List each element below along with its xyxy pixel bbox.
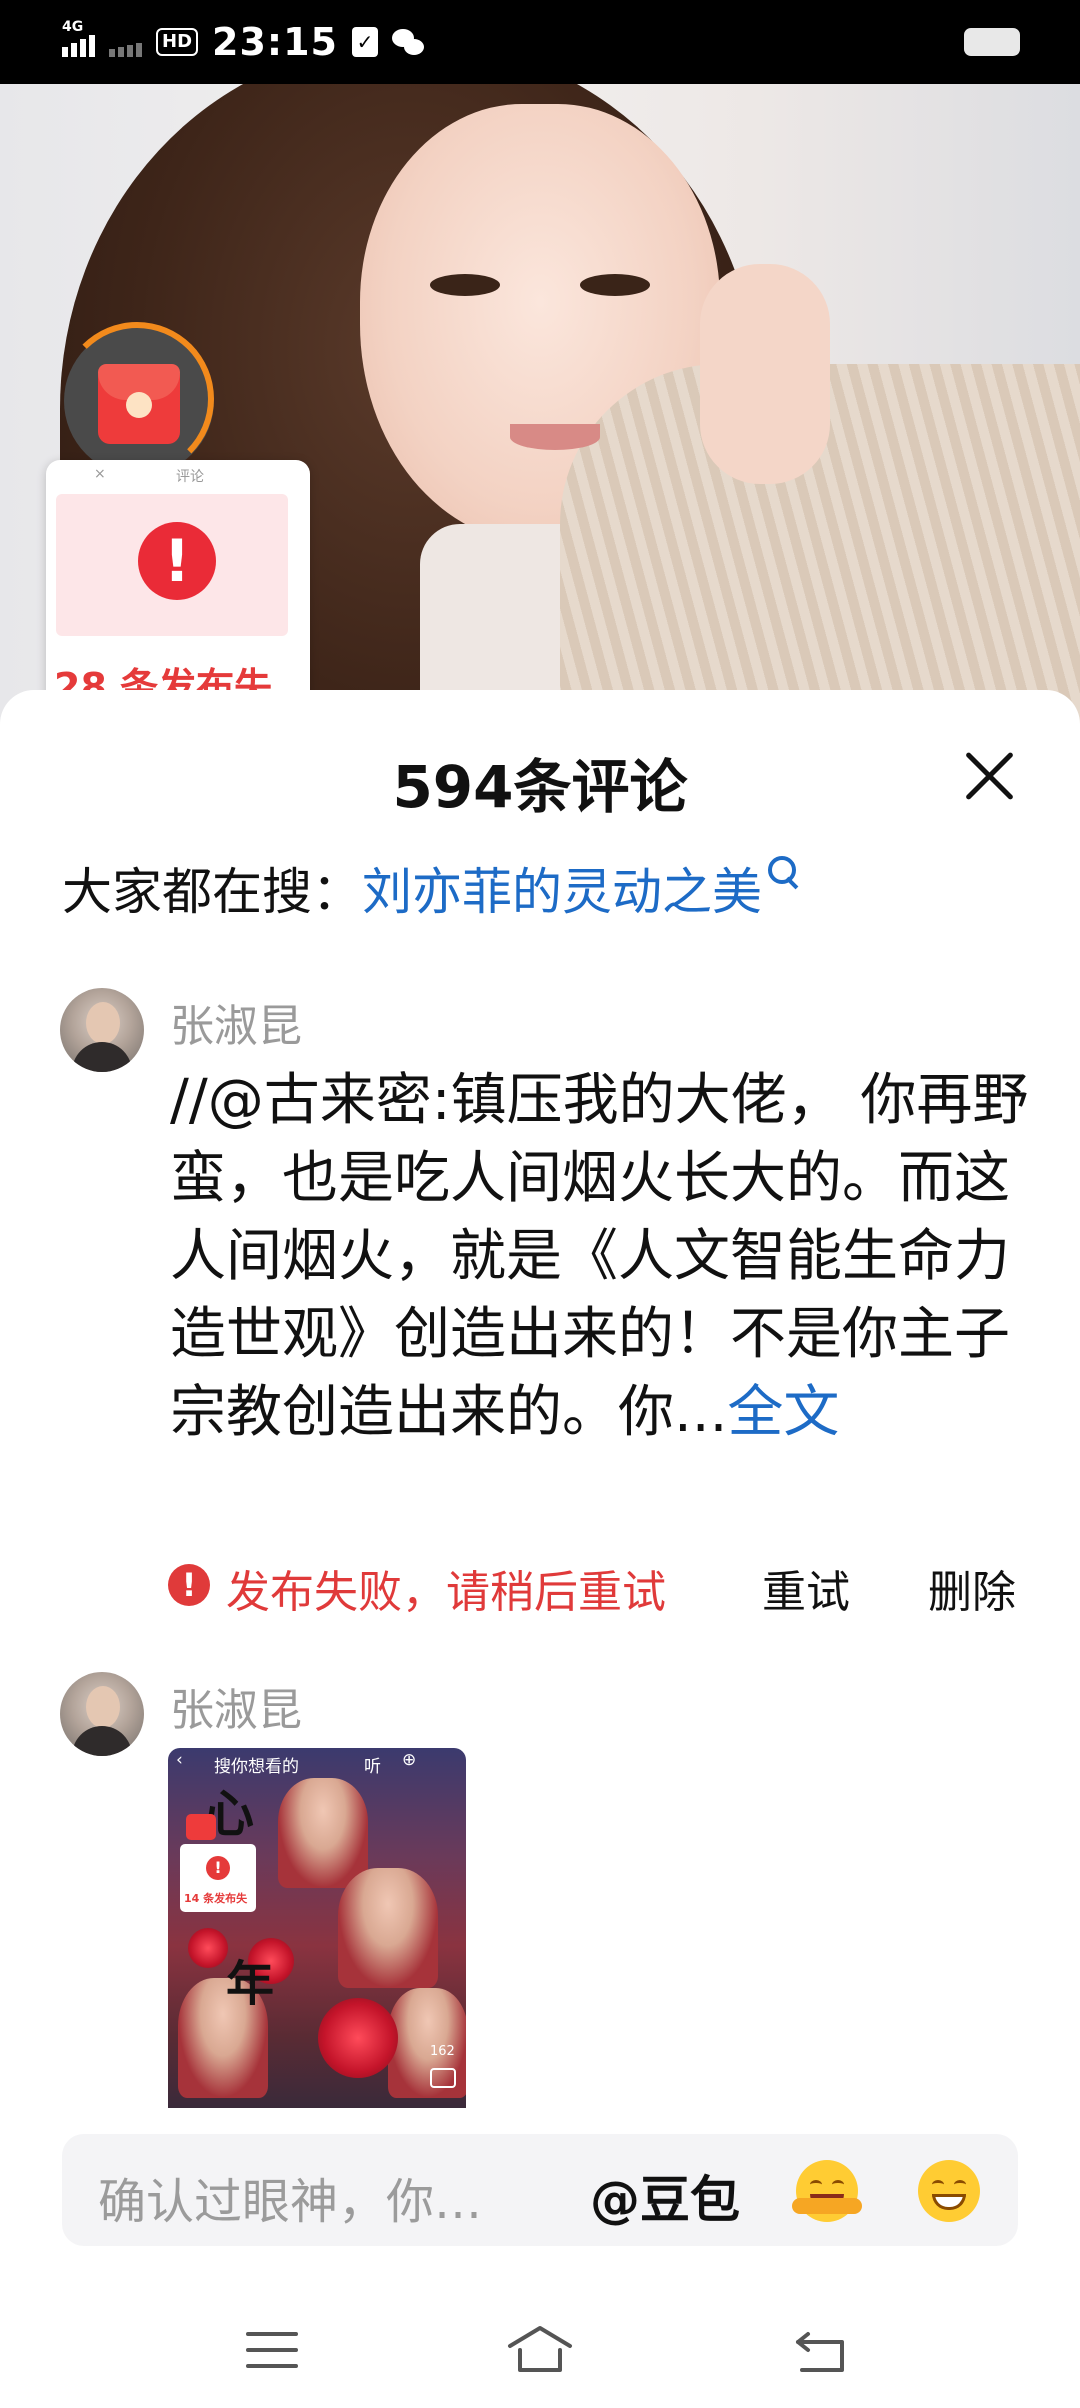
secondary-signal-icon — [109, 27, 142, 57]
comments-title: 594条评论 — [392, 753, 688, 821]
plus-icon: ⊕ — [402, 1750, 417, 1770]
search-icon[interactable] — [762, 852, 802, 896]
image-char-2: 年 — [226, 1956, 275, 2012]
mini-close-icon: × — [94, 466, 106, 482]
mini-fail-text: 14 条发布失 — [184, 1892, 248, 1905]
hugging-face-emoji-icon[interactable] — [792, 2160, 862, 2222]
cellular-signal-icon: 4G — [62, 19, 95, 57]
retry-button[interactable]: 重试 — [762, 1556, 850, 1620]
network-type-label: 4G — [62, 19, 84, 35]
mini-title: 评论 — [176, 469, 204, 485]
mention-doubao-button[interactable]: @豆包 — [590, 2160, 740, 2232]
comment-text: //@古来密:镇压我的大佬， 你再野蛮，也是吃人间烟火长大的。而这人间烟火，就是… — [170, 1062, 1030, 1452]
grinning-face-emoji-icon[interactable] — [918, 2160, 980, 2222]
publish-failed-message: 发布失败，请稍后重试 — [226, 1567, 666, 1618]
comment-author[interactable]: 张淑昆 — [170, 1674, 302, 1738]
comment-input-placeholder: 确认过眼神，你… — [98, 2174, 483, 2230]
comments-sheet: 594条评论 大家都在搜：刘亦菲的灵动之美 张淑昆 //@古来密:镇压我的大佬，… — [0, 690, 1080, 2408]
hd-voice-icon: HD — [156, 28, 199, 56]
back-icon: ‹ — [176, 1750, 183, 1770]
mini-fail-card: ! 14 条发布失 — [180, 1844, 256, 1912]
trending-search-prefix: 大家都在搜： — [62, 863, 362, 921]
expand-full-text-link[interactable]: 全文 — [727, 1380, 839, 1445]
wechat-icon — [391, 27, 426, 57]
error-icon: ! — [206, 1856, 230, 1880]
comment-body: //@古来密:镇压我的大佬， 你再野蛮，也是吃人间烟火长大的。而这人间烟火，就是… — [170, 1068, 1029, 1445]
image-count: 162 — [430, 2044, 455, 2059]
status-bar: 4G HD 23:15 ✓ — [0, 0, 1080, 84]
red-packet-icon — [186, 1814, 216, 1840]
system-navigation-bar — [0, 2288, 1080, 2408]
trending-search-link[interactable]: 刘亦菲的灵动之美 — [362, 863, 762, 921]
error-icon: ! — [138, 522, 216, 600]
image-listen-label: 听 — [364, 1757, 381, 1777]
publish-failed-card[interactable]: × 评论 ! 28 条发布失 — [46, 460, 310, 722]
comment-input[interactable]: 确认过眼神，你… @豆包 — [62, 2134, 1018, 2246]
battery-icon — [964, 28, 1020, 56]
comment-image[interactable]: ‹ 搜你想看的 听 ⊕ 心 年 ! 14 条发布失 162 — [168, 1748, 466, 2108]
delete-button[interactable]: 删除 — [928, 1556, 1016, 1620]
home-icon[interactable] — [506, 2324, 574, 2374]
menu-icon[interactable] — [246, 2332, 298, 2372]
avatar[interactable] — [60, 988, 144, 1072]
close-button[interactable] — [954, 742, 1024, 812]
error-icon: ! — [168, 1564, 210, 1606]
back-icon[interactable] — [794, 2328, 850, 2374]
chat-icon — [430, 2068, 456, 2088]
publish-failed-row: ! 发布失败，请稍后重试 重试 删除 — [168, 1556, 1048, 1618]
trending-search-row: 大家都在搜：刘亦菲的灵动之美 — [62, 852, 802, 924]
notification-check-icon: ✓ — [351, 27, 378, 57]
comment-author[interactable]: 张淑昆 — [170, 990, 302, 1054]
status-time: 23:15 — [212, 20, 338, 64]
avatar[interactable] — [60, 1672, 144, 1756]
